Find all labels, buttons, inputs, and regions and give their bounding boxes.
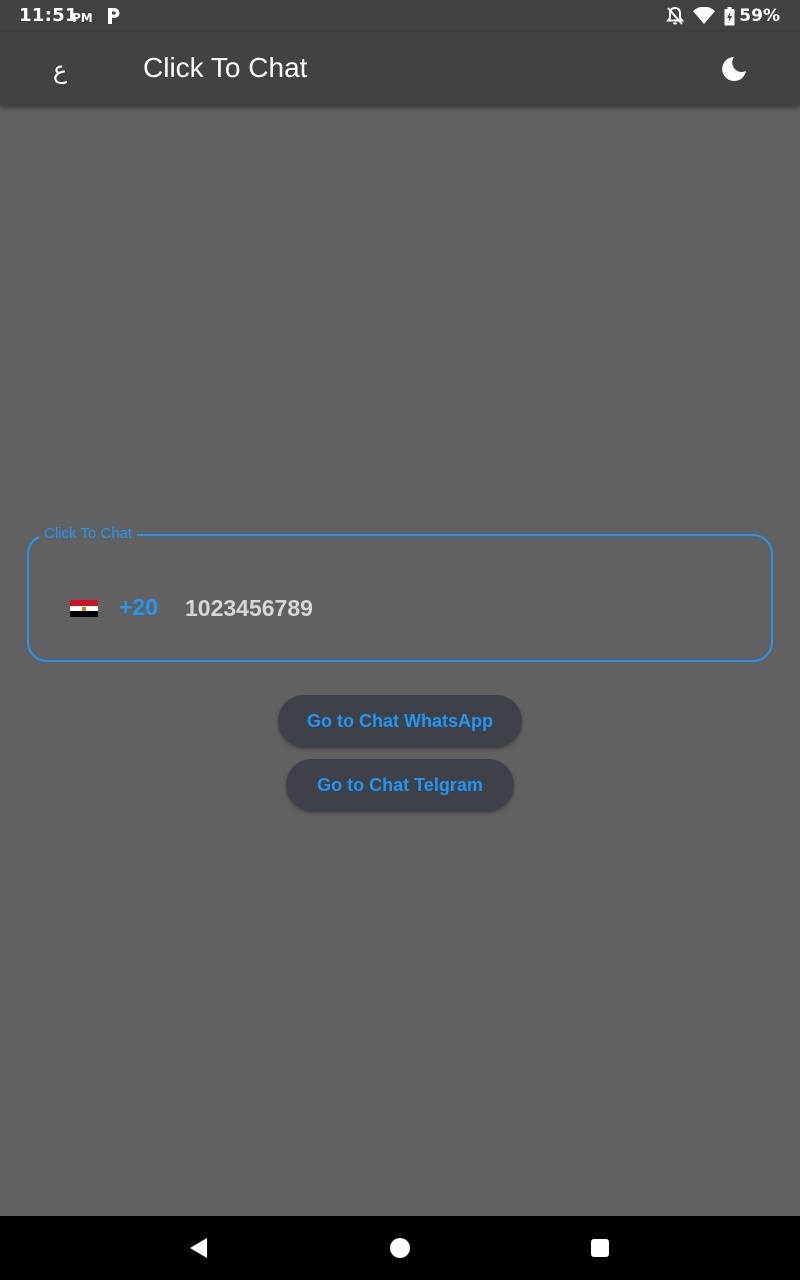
status-bar: 11:51 PM 59% (0, 0, 800, 32)
home-icon[interactable] (390, 1238, 410, 1258)
country-code-selector[interactable]: +20 (119, 594, 158, 621)
status-time: 11:51 (19, 5, 78, 26)
battery-charging-icon (724, 6, 735, 25)
theme-toggle-button[interactable] (710, 45, 758, 93)
battery-percentage: 59% (739, 6, 780, 26)
app-bar: ع Click To Chat (0, 32, 800, 106)
parking-notification-icon (108, 8, 120, 24)
phone-field: Click To Chat +20 (27, 525, 773, 662)
navigation-bar (0, 1216, 800, 1280)
telegram-chat-button[interactable]: Go to Chat Telgram (286, 759, 514, 811)
notifications-off-icon (666, 6, 685, 25)
moon-icon (722, 57, 746, 81)
page-title: Click To Chat (143, 52, 308, 83)
back-icon[interactable] (188, 1237, 210, 1259)
phone-field-label: Click To Chat (39, 525, 138, 543)
recents-icon[interactable] (591, 1239, 609, 1257)
phone-number-input[interactable] (185, 590, 745, 626)
wifi-icon (693, 7, 716, 24)
status-icons: 59% (666, 5, 780, 27)
status-ampm: PM (72, 11, 93, 25)
language-toggle-button[interactable]: ع (36, 46, 84, 94)
whatsapp-chat-button[interactable]: Go to Chat WhatsApp (278, 695, 522, 747)
egypt-flag-icon[interactable] (70, 600, 98, 617)
